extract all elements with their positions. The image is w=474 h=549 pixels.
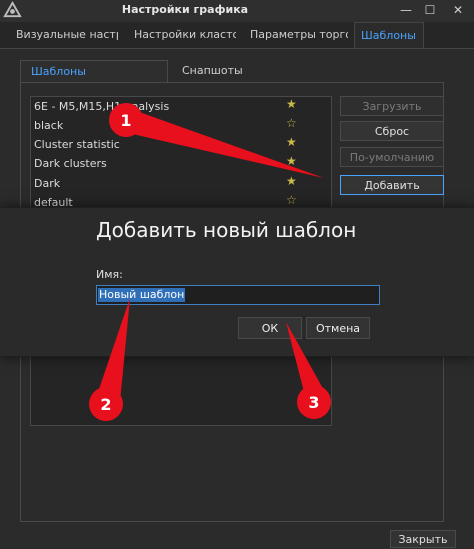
minimize-button[interactable]: — [394,0,418,20]
subtab-templates[interactable]: Шаблоны [20,60,168,82]
subtab-snapshots[interactable]: Снапшоты [172,60,272,82]
ok-button[interactable]: ОК [238,317,302,339]
template-name: Dark [34,177,61,190]
favorite-star-icon[interactable]: ★ [286,135,297,149]
settings-tab-bar: Визуальные настр Настройки класто Параме… [0,22,474,49]
tab-trade-parameters[interactable]: Параметры торго [244,22,348,48]
template-name: Cluster statistic [34,138,120,151]
favorite-star-icon[interactable]: ★ [286,174,297,188]
favorite-star-icon[interactable]: ★ [286,154,297,168]
cancel-button[interactable]: Отмена [306,317,370,339]
tab-visual-settings[interactable]: Визуальные настр [10,22,118,48]
favorite-star-outline-icon[interactable]: ☆ [286,193,297,207]
close-button[interactable]: Закрыть [390,530,456,548]
add-template-button[interactable]: Добавить [340,175,444,195]
template-name-value: Новый шаблон [98,288,186,302]
title-bar: Настройки графика — ☐ ✕ [0,0,474,23]
maximize-button[interactable]: ☐ [418,0,442,20]
favorite-star-icon[interactable]: ★ [286,97,297,111]
name-label: Имя: [96,268,123,281]
load-button[interactable]: Загрузить [340,96,444,116]
template-name: black [34,119,64,132]
template-name: Dark clusters [34,157,107,170]
window-title: Настройки графика [121,3,249,16]
tab-templates[interactable]: Шаблоны [354,22,424,48]
set-default-button[interactable]: По-умолчанию [340,147,444,167]
dialog-title: Добавить новый шаблон [96,218,357,242]
close-window-button[interactable]: ✕ [446,0,470,20]
reset-button[interactable]: Сброс [340,121,444,141]
favorite-star-outline-icon[interactable]: ☆ [286,116,297,130]
template-name: 6E - M5,M15,H1 analysis [34,100,170,113]
tab-cluster-settings[interactable]: Настройки класто [128,22,236,48]
